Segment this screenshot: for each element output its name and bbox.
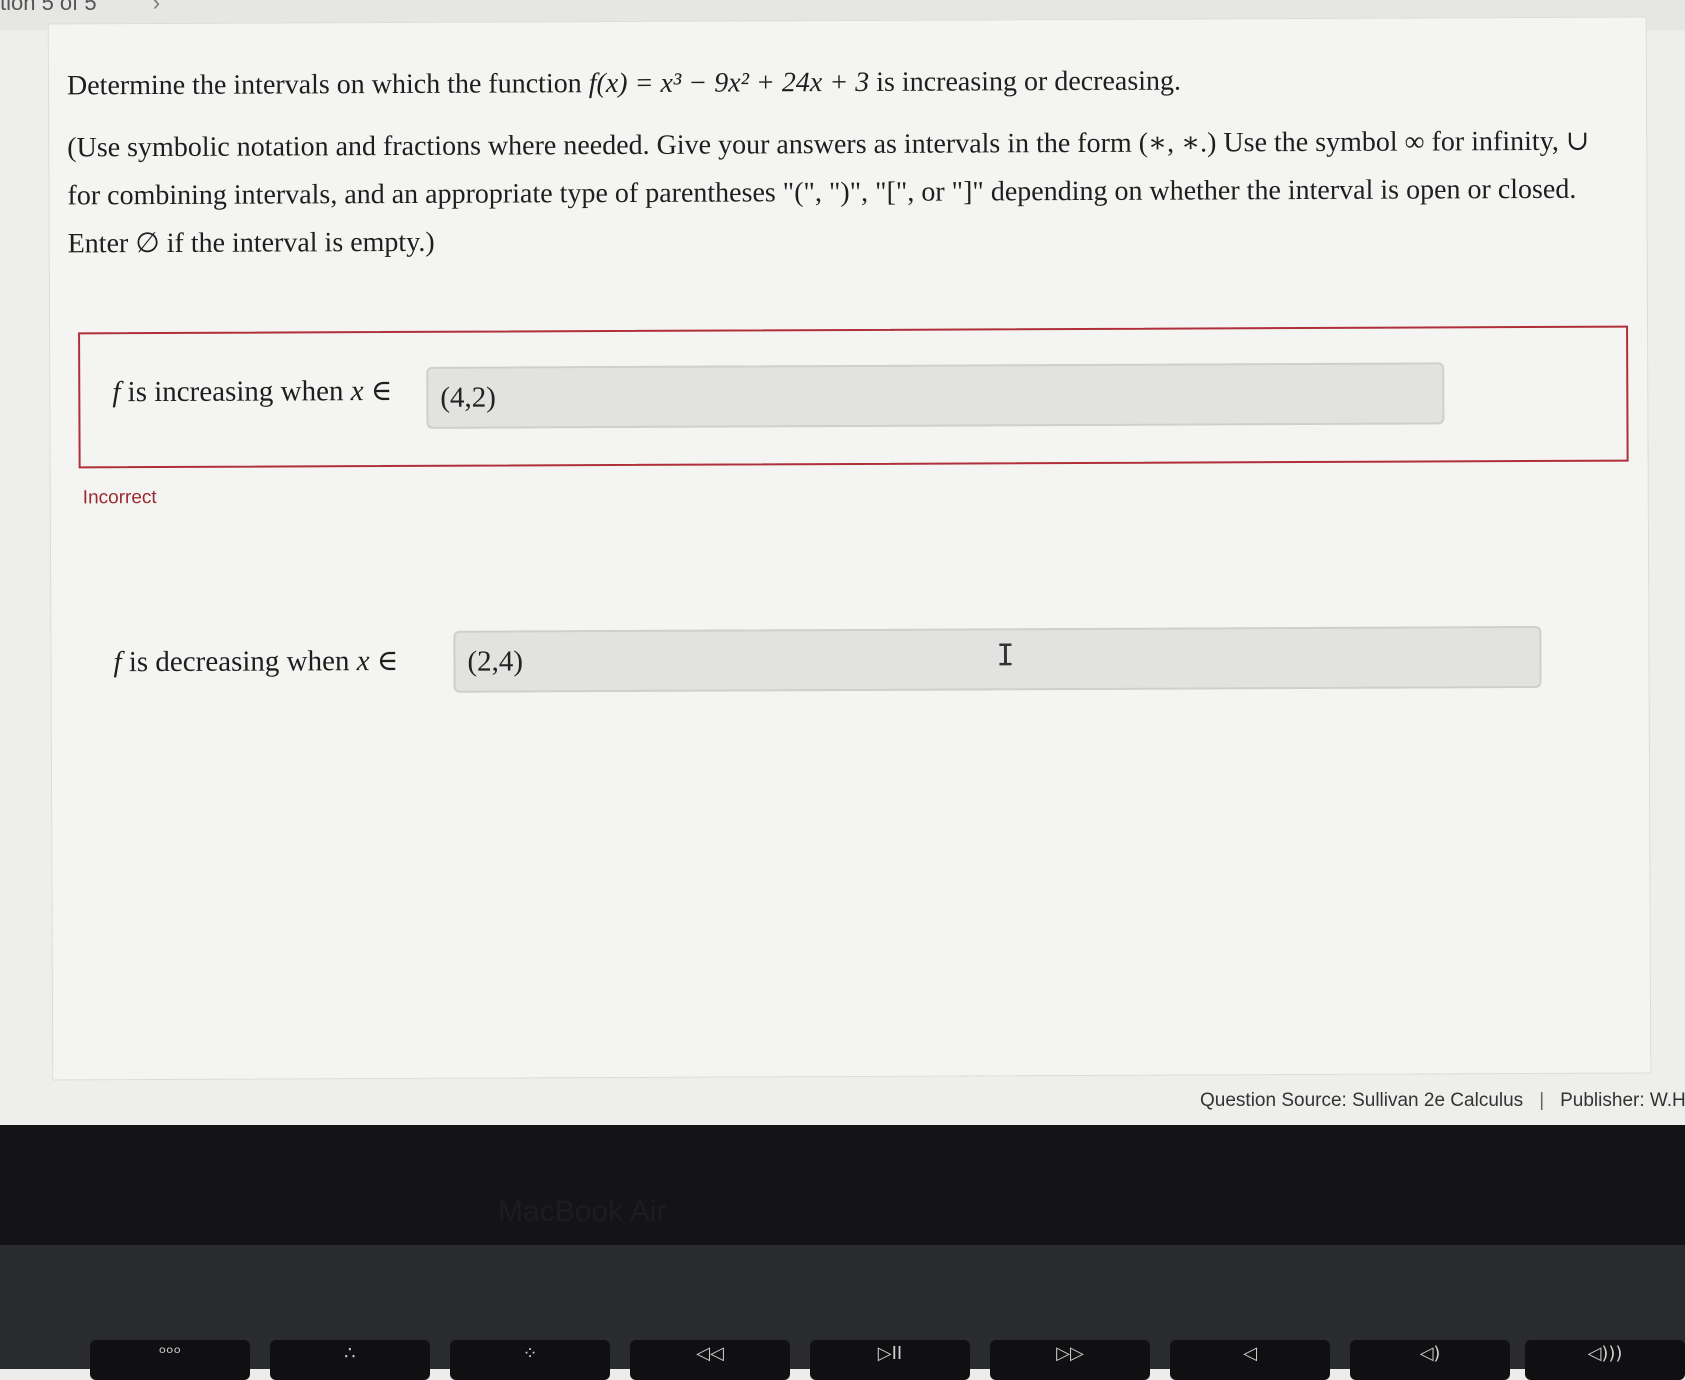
function-expression: f(x) = x³ − 9x² + 24x + 3 <box>588 66 870 100</box>
question-source: Question Source: Sullivan 2e Calculus <box>1200 1090 1524 1111</box>
increasing-label-text: is increasing when <box>120 375 351 409</box>
mission-control-key[interactable]: ᵒᵒᵒ <box>90 1340 250 1380</box>
laptop-bezel <box>0 1125 1685 1245</box>
increasing-answer-box: f is increasing when x ∈ (4,2) <box>78 325 1629 469</box>
incorrect-status: Incorrect <box>82 487 157 509</box>
prompt-pre: Determine the intervals on which the fun… <box>66 68 589 102</box>
x-symbol: x <box>356 645 370 678</box>
publisher: Publisher: W.H. <box>1560 1090 1685 1111</box>
play-pause-key[interactable]: ▷II <box>810 1340 970 1380</box>
f-symbol: f <box>112 376 121 409</box>
increasing-label: f is increasing when x ∈ <box>112 373 392 409</box>
source-bar: Question Source: Sullivan 2e Calculus | Pu… <box>1200 1090 1685 1112</box>
element-of-symbol: ∈ <box>369 644 399 678</box>
fast-forward-key[interactable]: ▷▷ <box>990 1340 1150 1380</box>
decreasing-label: f is decreasing when x ∈ <box>113 643 398 679</box>
instructions-text: (Use symbolic notation and fractions whe… <box>67 125 1590 260</box>
source-separator: | <box>1539 1090 1545 1111</box>
mute-key[interactable]: ◁ <box>1170 1340 1330 1380</box>
volume-down-key[interactable]: ◁) <box>1350 1340 1510 1380</box>
function-key-row: ᵒᵒᵒ ∴ ⁘ ◁◁ ▷II ▷▷ ◁ ◁) ◁))) <box>0 1340 1685 1380</box>
brightness-down-key[interactable]: ∴ <box>270 1340 430 1380</box>
question-prompt: Determine the intervals on which the fun… <box>67 56 1628 269</box>
element-of-symbol: ∈ <box>363 374 393 408</box>
increasing-input[interactable]: (4,2) <box>426 362 1445 429</box>
f-symbol: f <box>113 646 122 679</box>
text-cursor-icon: I <box>996 638 1015 674</box>
screen: tion 5 of 5 › Determine the intervals on… <box>0 0 1685 1125</box>
volume-up-key[interactable]: ◁))) <box>1525 1340 1685 1380</box>
question-card: Determine the intervals on which the fun… <box>47 16 1652 1081</box>
question-text: Determine the intervals on which the fun… <box>67 56 1627 111</box>
question-nav[interactable]: tion 5 of 5 › <box>0 0 160 16</box>
bezel-label: MacBook Air <box>498 1195 667 1228</box>
decreasing-label-text: is decreasing when <box>121 645 357 679</box>
question-counter: tion 5 of 5 <box>0 0 97 15</box>
x-symbol: x <box>350 375 364 408</box>
prompt-post: is increasing or decreasing. <box>869 65 1182 98</box>
chevron-right-icon[interactable]: › <box>153 0 160 16</box>
rewind-key[interactable]: ◁◁ <box>630 1340 790 1380</box>
brightness-up-key[interactable]: ⁘ <box>450 1340 610 1380</box>
